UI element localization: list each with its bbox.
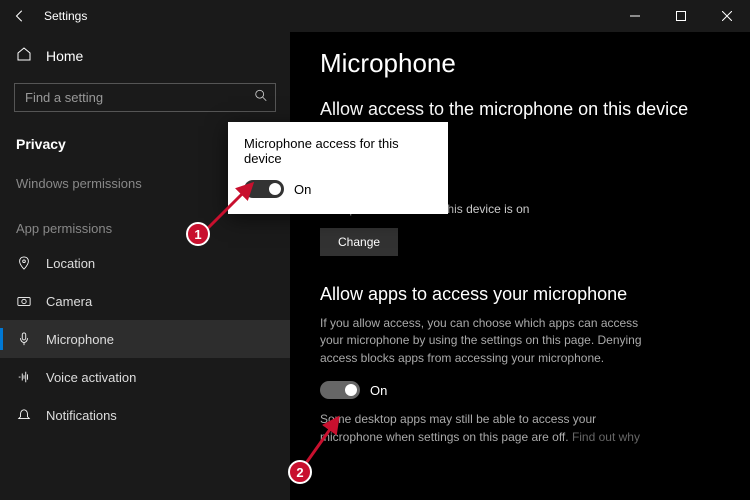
home-label: Home xyxy=(46,48,83,64)
home-nav[interactable]: Home xyxy=(0,36,290,75)
sidebar-item-label: Microphone xyxy=(46,332,114,347)
sidebar-item-camera[interactable]: Camera xyxy=(0,282,290,320)
window-title: Settings xyxy=(44,9,87,23)
device-access-toggle-label: On xyxy=(294,182,311,197)
sidebar-item-label: Location xyxy=(46,256,95,271)
sidebar-item-notifications[interactable]: Notifications xyxy=(0,396,290,434)
voice-icon xyxy=(16,369,32,385)
bell-icon xyxy=(16,407,32,423)
section1-title: Allow access to the microphone on this d… xyxy=(320,99,720,120)
change-button[interactable]: Change xyxy=(320,228,398,256)
section2-body: If you allow access, you can choose whic… xyxy=(320,315,660,367)
microphone-icon xyxy=(16,331,32,347)
sidebar-item-label: Voice activation xyxy=(46,370,136,385)
search-input[interactable] xyxy=(14,83,276,112)
back-button[interactable] xyxy=(0,0,40,32)
sidebar-item-location[interactable]: Location xyxy=(0,244,290,282)
popup-title: Microphone access for this device xyxy=(244,136,432,166)
section2-title: Allow apps to access your microphone xyxy=(320,284,720,305)
device-access-popup: Microphone access for this device On xyxy=(228,122,448,214)
section2-note: Some desktop apps may still be able to a… xyxy=(320,411,660,446)
annotation-marker-2: 2 xyxy=(288,460,312,484)
page-title: Microphone xyxy=(320,48,720,79)
sidebar: Home Privacy Windows permissions App per… xyxy=(0,32,290,500)
minimize-button[interactable] xyxy=(612,0,658,32)
home-icon xyxy=(16,46,32,65)
apps-access-toggle-label: On xyxy=(370,383,387,398)
device-access-toggle[interactable] xyxy=(244,180,284,198)
sidebar-item-label: Camera xyxy=(46,294,92,309)
location-icon xyxy=(16,255,32,271)
sidebar-item-voice-activation[interactable]: Voice activation xyxy=(0,358,290,396)
camera-icon xyxy=(16,293,32,309)
close-button[interactable] xyxy=(704,0,750,32)
sidebar-item-label: Notifications xyxy=(46,408,117,423)
content-pane: Microphone Allow access to the microphon… xyxy=(290,32,750,500)
sidebar-item-microphone[interactable]: Microphone xyxy=(0,320,290,358)
annotation-marker-1: 1 xyxy=(186,222,210,246)
search-icon xyxy=(254,88,268,107)
maximize-button[interactable] xyxy=(658,0,704,32)
find-out-why-link[interactable]: Find out why xyxy=(572,430,640,444)
apps-access-toggle[interactable] xyxy=(320,381,360,399)
